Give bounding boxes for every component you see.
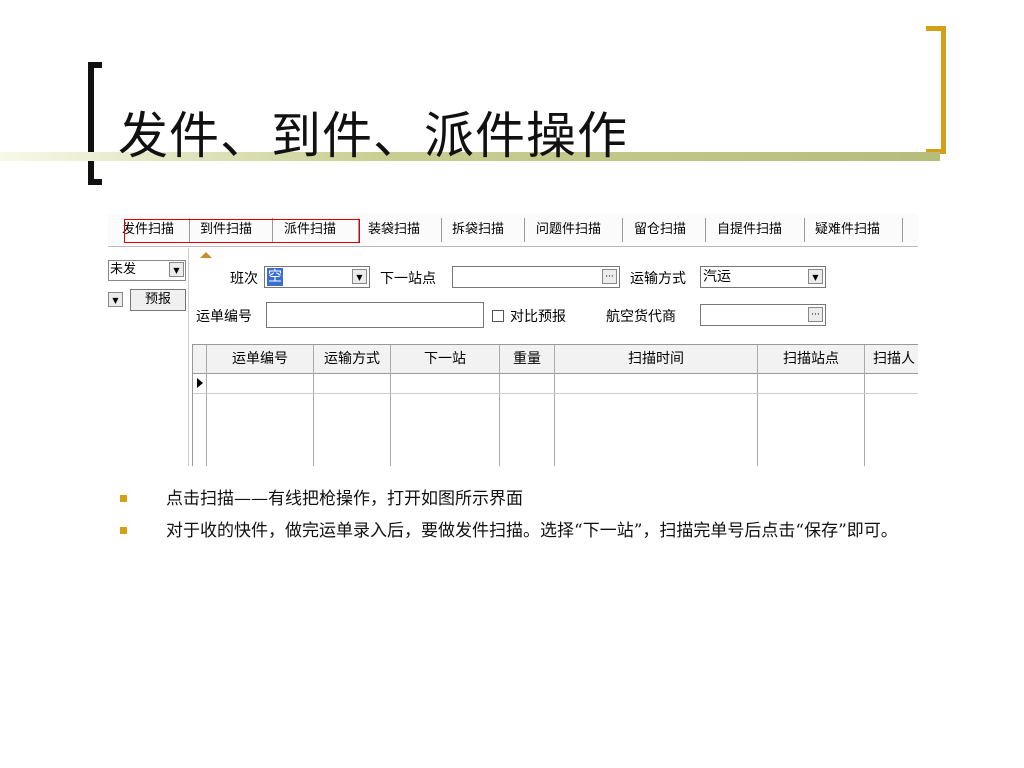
tab-selfpickup-scan[interactable]: 自提件扫描	[717, 220, 782, 240]
bullet-square-icon	[120, 495, 127, 502]
tab-separator	[441, 218, 442, 242]
shift-value: 空	[267, 268, 283, 286]
tab-separator	[524, 218, 525, 242]
forwarder-field[interactable]: ···	[700, 304, 826, 326]
col-waybill[interactable]: 运单编号	[207, 345, 313, 373]
list-item: 点击扫描——有线把枪操作，打开如图所示界面	[120, 486, 920, 512]
left-panel: 未发 ▼ ▼ 预报	[108, 248, 189, 466]
scan-tab-bar: 发件扫描 到件扫描 派件扫描 装袋扫描 拆袋扫描 问题件扫描 留仓扫描 自提件扫…	[108, 214, 918, 247]
tab-problem-scan[interactable]: 问题件扫描	[536, 220, 601, 240]
tab-separator	[705, 218, 706, 242]
col-scanner[interactable]: 扫描人	[873, 345, 918, 373]
col-weight[interactable]: 重量	[500, 345, 554, 373]
grid-column-divider	[206, 345, 207, 466]
grid-column-divider	[390, 345, 391, 466]
status-select[interactable]: 未发 ▼	[108, 260, 186, 281]
bullet-list: 点击扫描——有线把枪操作，打开如图所示界面 对于收的快件，做完运单录入后，要做发…	[120, 486, 920, 550]
grid-column-divider	[313, 345, 314, 466]
next-station-label: 下一站点	[380, 271, 436, 287]
forwarder-label: 航空货代商	[606, 309, 676, 325]
tab-unbagging-scan[interactable]: 拆袋扫描	[452, 220, 504, 240]
current-row-arrow-icon	[197, 378, 203, 388]
tab-separator	[902, 218, 903, 242]
tab-separator	[804, 218, 805, 242]
waybill-input[interactable]	[266, 302, 484, 328]
compare-checkbox[interactable]	[492, 310, 504, 322]
col-scan-time[interactable]: 扫描时间	[555, 345, 757, 373]
scan-app-screenshot: 发件扫描 到件扫描 派件扫描 装袋扫描 拆袋扫描 问题件扫描 留仓扫描 自提件扫…	[108, 214, 918, 466]
scan-grid: 运单编号 运输方式 下一站 重量 扫描时间 扫描站点 扫描人	[192, 344, 918, 466]
compare-label: 对比预报	[510, 309, 566, 325]
tab-retention-scan[interactable]: 留仓扫描	[634, 220, 686, 240]
shift-label: 班次	[230, 271, 258, 287]
tab-bagging-scan[interactable]: 装袋扫描	[368, 220, 420, 240]
bullet-square-icon	[120, 527, 127, 534]
tab-difficult-scan[interactable]: 疑难件扫描	[815, 220, 880, 240]
transport-label: 运输方式	[630, 271, 686, 287]
grid-column-divider	[499, 345, 500, 466]
tab-separator	[622, 218, 623, 242]
shift-select[interactable]: 空 ▼	[264, 266, 370, 288]
left-bracket-decoration	[88, 62, 102, 185]
slide-title: 发件、到件、派件操作	[118, 107, 628, 165]
grid-column-divider	[757, 345, 758, 466]
grid-row-divider	[193, 393, 918, 394]
grid-column-divider	[554, 345, 555, 466]
chevron-down-icon[interactable]: ▼	[108, 292, 123, 307]
ellipsis-button[interactable]: ···	[602, 269, 617, 284]
preview-button[interactable]: 预报	[130, 289, 186, 311]
grid-header: 运单编号 运输方式 下一站 重量 扫描时间 扫描站点 扫描人	[193, 345, 918, 374]
ellipsis-button[interactable]: ···	[808, 307, 823, 322]
right-bracket-decoration	[926, 26, 946, 154]
col-transport[interactable]: 运输方式	[314, 345, 390, 373]
grid-column-divider	[864, 345, 865, 466]
list-item: 对于收的快件，做完运单录入后，要做发件扫描。选择“下一站”，扫描完单号后点击“保…	[120, 518, 920, 544]
waybill-label: 运单编号	[196, 309, 252, 325]
col-scan-station[interactable]: 扫描站点	[758, 345, 864, 373]
chevron-down-icon[interactable]: ▼	[808, 269, 823, 284]
chevron-down-icon[interactable]: ▼	[169, 262, 184, 277]
status-select-value: 未发	[110, 262, 137, 277]
chevron-down-icon[interactable]: ▼	[352, 269, 367, 284]
transport-value: 汽运	[703, 269, 731, 285]
transport-select[interactable]: 汽运 ▼	[700, 266, 826, 288]
col-next-station[interactable]: 下一站	[391, 345, 499, 373]
highlight-box	[124, 219, 360, 243]
collapse-arrow-icon[interactable]	[200, 252, 212, 258]
table-row[interactable]	[207, 374, 918, 393]
next-station-field[interactable]: ···	[452, 266, 620, 288]
